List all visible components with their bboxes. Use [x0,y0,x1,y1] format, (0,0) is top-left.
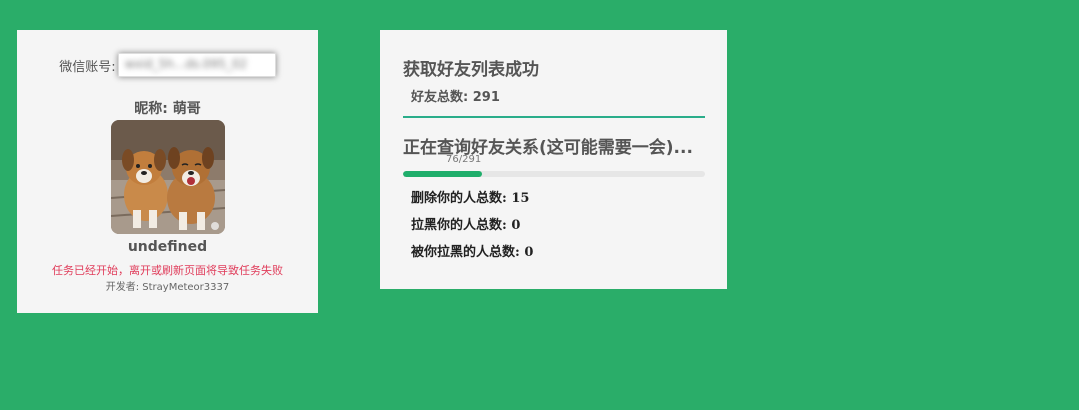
avatar [111,120,225,234]
divider [403,116,705,118]
blocked-by-you-count: 被你拉黑的人总数: 0 [411,245,534,260]
blocked-you-count: 拉黑你的人总数: 0 [411,218,521,233]
nickname: 昵称: 萌哥 [134,101,201,117]
account-card: 微信账号: wxid_5h...ds.095_02 昵称: 萌哥 undefin… [17,30,318,313]
progress-card: 获取好友列表成功 好友总数: 291 正在查询好友关系(这可能需要一会)... … [380,30,727,289]
developer-credit: 开发者: StrayMeteor3337 [105,282,230,293]
task-warning: 任务已经开始，离开或刷新页面将导致任务失败 [52,264,283,277]
progress-count: 76/291 [446,154,482,165]
progress-fill [403,171,482,177]
account-label: 微信账号: [59,59,116,75]
account-value: wxid_5h...ds.095_02 [124,57,248,71]
account-field[interactable]: wxid_5h...ds.095_02 [117,53,276,77]
total-friends: 好友总数: 291 [411,90,500,105]
status-name: undefined [127,239,208,255]
account-row: 微信账号: wxid_5h...ds.095_02 [17,53,318,77]
fetch-success-title: 获取好友列表成功 [403,60,539,80]
progress-bar [403,171,705,177]
deleted-you-count: 删除你的人总数: 15 [411,191,530,206]
dogs-photo-avatar-icon [111,120,225,234]
